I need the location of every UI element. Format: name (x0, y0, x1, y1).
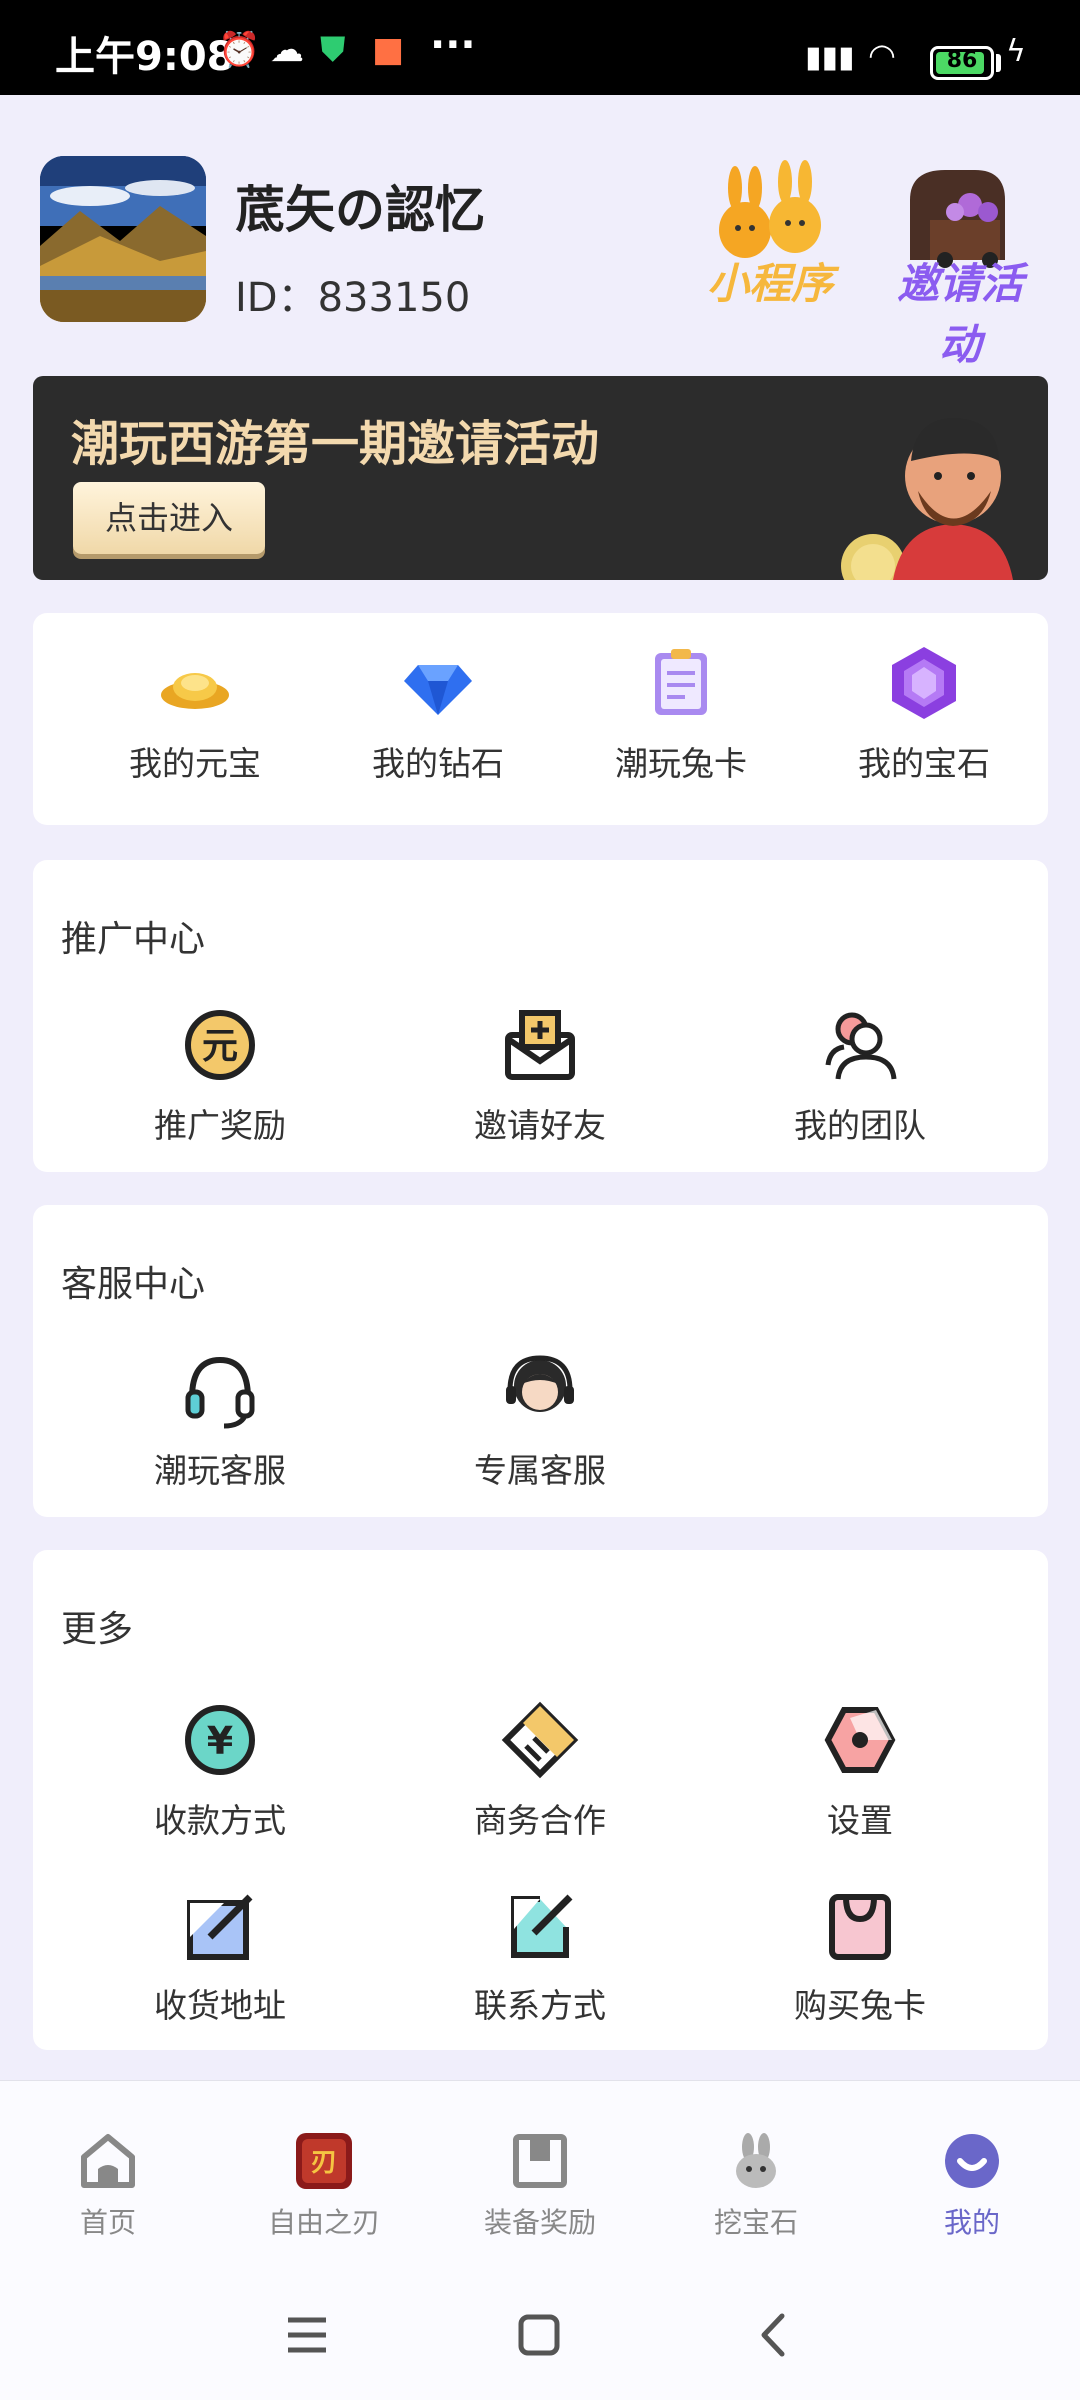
shield-icon: ⛊ (320, 30, 346, 70)
payment-method-label: 收款方式 (154, 1801, 286, 1840)
agent-icon (500, 1350, 580, 1430)
system-navigation (0, 2270, 1080, 2400)
invite-activity-label: 邀请活动 (896, 259, 1023, 369)
address-edit-icon (180, 1885, 260, 1965)
nav-dig-gems[interactable]: 挖宝石 (676, 2131, 836, 2241)
nav-equipment[interactable]: 装备奖励 (460, 2131, 620, 2241)
nav-dig-gems-label: 挖宝石 (713, 2206, 798, 2239)
service-center-card: 客服中心 潮玩客服 专属客服 (33, 1205, 1048, 1517)
nav-game-label: 自由之刃 (267, 2206, 380, 2239)
nav-game[interactable]: 刃 自由之刃 (244, 2131, 404, 2241)
invite-friends-item[interactable]: 邀请好友 (415, 1005, 665, 1147)
settings-icon (820, 1700, 900, 1780)
profile-smile-icon (942, 2131, 1002, 2191)
home-icon (78, 2131, 138, 2191)
invite-friends-label: 邀请好友 (474, 1106, 606, 1145)
contact-edit-icon (500, 1885, 580, 1965)
settings-item[interactable]: 设置 (735, 1700, 985, 1842)
business-cooperation-label: 商务合作 (474, 1801, 606, 1840)
battery-icon: 86 (930, 46, 994, 80)
nav-home-label: 首页 (79, 2206, 136, 2239)
clipboard-card-icon (641, 643, 721, 723)
gem-icon (884, 643, 964, 723)
chaowan-service-label: 潮玩客服 (154, 1451, 286, 1490)
more-title: 更多 (61, 1609, 134, 1650)
mini-program-label: 小程序 (706, 259, 833, 308)
my-gems-item[interactable]: 我的宝石 (799, 643, 1049, 785)
svg-text:元: 元 (202, 1026, 238, 1067)
svg-text:¥: ¥ (207, 1719, 233, 1763)
wallet-card: 我的元宝 我的钻石 潮玩兔卡 我的宝石 (33, 613, 1048, 825)
mini-program-button[interactable]: 小程序 (700, 160, 840, 308)
nav-home[interactable]: 首页 (28, 2131, 188, 2241)
buy-rabbit-card-label: 购买兔卡 (794, 1986, 926, 2025)
svg-text:刃: 刃 (311, 2148, 337, 2178)
my-team-item[interactable]: 我的团队 (735, 1005, 985, 1147)
equipment-box-icon (510, 2131, 570, 2191)
wifi-icon: ◠ (868, 36, 896, 74)
settings-label: 设置 (827, 1801, 893, 1840)
payment-method-item[interactable]: ¥ 收款方式 (95, 1700, 345, 1842)
banner-title: 潮玩西游第一期邀请活动 (71, 416, 600, 472)
exclusive-service-item[interactable]: 专属客服 (415, 1350, 665, 1492)
rabbit-card-item[interactable]: 潮玩兔卡 (556, 643, 806, 785)
avatar[interactable] (40, 156, 206, 322)
shipping-address-item[interactable]: 收货地址 (95, 1885, 345, 2027)
my-team-label: 我的团队 (794, 1106, 926, 1145)
my-diamonds-item[interactable]: 我的钻石 (313, 643, 563, 785)
signal-icon: ▮▮▮ (805, 40, 855, 75)
cooperation-icon (500, 1700, 580, 1780)
shopping-icon: ■ (372, 30, 405, 70)
contact-info-label: 联系方式 (474, 1986, 606, 2025)
enter-button[interactable]: 点击进入 (73, 482, 265, 554)
buy-rabbit-card-item[interactable]: 购买兔卡 (735, 1885, 985, 2027)
invite-mail-icon (500, 1005, 580, 1085)
business-cooperation-item[interactable]: 商务合作 (415, 1700, 665, 1842)
shopping-bag-icon (820, 1885, 900, 1965)
my-gems-label: 我的宝石 (858, 744, 990, 783)
yen-coin-icon: ¥ (180, 1700, 260, 1780)
promotion-center-title: 推广中心 (61, 919, 206, 960)
rabbit-card-label: 潮玩兔卡 (615, 744, 747, 783)
alarm-icon: ⏰ (218, 30, 261, 70)
rabbit-icon (726, 2131, 786, 2191)
promotion-reward-item[interactable]: 元 推广奖励 (95, 1005, 345, 1147)
gold-ingot-icon (155, 643, 235, 723)
service-center-title: 客服中心 (61, 1264, 206, 1305)
game-app-icon: 刃 (294, 2131, 354, 2191)
my-ingots-item[interactable]: 我的元宝 (70, 643, 320, 785)
charging-icon: ϟ (1006, 34, 1026, 69)
home-square-icon[interactable] (514, 2310, 564, 2360)
status-time: 上午9:08 (55, 34, 235, 80)
invite-banner[interactable]: 潮玩西游第一期邀请活动 点击进入 (33, 376, 1048, 580)
exclusive-service-label: 专属客服 (474, 1451, 606, 1490)
menu-icon[interactable] (282, 2310, 332, 2360)
promotion-reward-label: 推广奖励 (154, 1106, 286, 1145)
more-notifications-icon: ··· (430, 22, 476, 68)
contact-info-item[interactable]: 联系方式 (415, 1885, 665, 2027)
status-bar: 上午9:08 ⏰ ☁ ⛊ ■ ··· ▮▮▮ ◠ 86 ϟ (0, 0, 1080, 95)
shipping-address-label: 收货地址 (154, 1986, 286, 2025)
nav-equipment-label: 装备奖励 (483, 2206, 596, 2239)
headset-icon (180, 1350, 260, 1430)
battery-level: 86 (946, 48, 978, 73)
chaowan-service-item[interactable]: 潮玩客服 (95, 1350, 345, 1492)
weather-icon: ☁ (270, 30, 304, 70)
promotion-center-card: 推广中心 元 推广奖励 邀请好友 我的团队 (33, 860, 1048, 1172)
my-diamonds-label: 我的钻石 (372, 744, 504, 783)
diamond-icon (398, 643, 478, 723)
nav-mine[interactable]: 我的 (892, 2131, 1052, 2241)
my-ingots-label: 我的元宝 (129, 744, 261, 783)
character-illustration-icon (841, 418, 1013, 580)
username: 菧矢の認忆 (235, 181, 485, 239)
bottom-navigation: 首页 刃 自由之刃 装备奖励 挖宝石 我的 (0, 2080, 1080, 2271)
invite-activity-button[interactable]: 邀请活动 (890, 160, 1030, 369)
nav-mine-label: 我的 (943, 2206, 1000, 2239)
user-id: ID：833150 (235, 275, 471, 321)
more-card: 更多 ¥ 收款方式 商务合作 设置 收货地址 联系方式 购买兔卡 (33, 1550, 1048, 2050)
yuan-coin-icon: 元 (180, 1005, 260, 1085)
team-icon (820, 1005, 900, 1085)
back-icon[interactable] (748, 2310, 798, 2360)
